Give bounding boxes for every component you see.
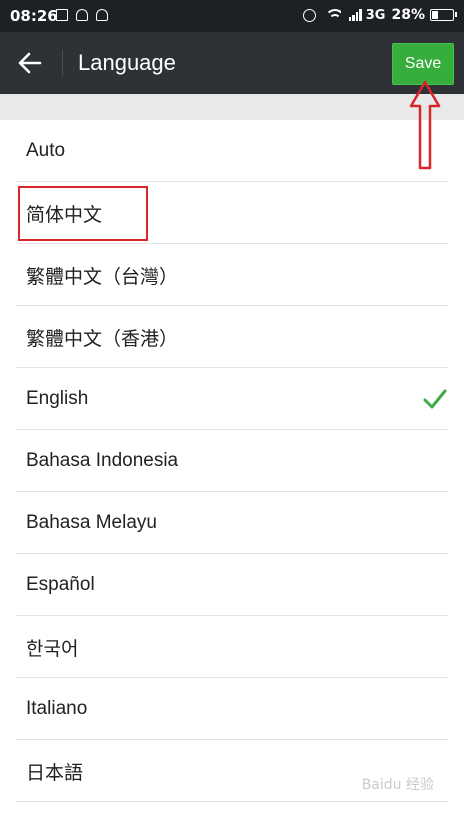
save-button[interactable]: Save [392, 43, 454, 85]
language-label: Bahasa Melayu [26, 512, 157, 533]
language-item[interactable]: 简体中文 [0, 182, 464, 244]
back-button[interactable] [10, 45, 50, 81]
language-item[interactable]: Italiano [0, 678, 464, 740]
watermark: Baidu 经验 [361, 777, 434, 793]
wifi-icon [324, 9, 341, 21]
network-type: 3G [365, 7, 386, 23]
language-item[interactable]: 繁體中文（香港） [0, 306, 464, 368]
language-item[interactable]: Bahasa Indonesia [0, 430, 464, 492]
language-label: Español [26, 574, 95, 595]
language-label: Bahasa Indonesia [26, 450, 179, 471]
arrow-left-icon [18, 52, 42, 74]
language-item[interactable]: English [0, 368, 464, 430]
status-time: 08:26 [10, 7, 58, 25]
page-title: Language [78, 50, 176, 75]
language-label: Auto [26, 140, 66, 161]
language-label: English [26, 388, 89, 409]
language-label: 한국어 [26, 638, 79, 660]
app-bar: Language Save [0, 32, 464, 94]
status-right: 3G 28% [302, 7, 457, 23]
title-divider [62, 50, 63, 76]
battery-icon [430, 9, 457, 21]
list-header-spacer [0, 94, 464, 120]
checkmark-icon [423, 389, 447, 409]
language-label: 繁體中文（香港） [26, 328, 179, 350]
language-item[interactable]: Español [0, 554, 464, 616]
language-label: 简体中文 [26, 204, 103, 226]
language-item[interactable]: Auto [0, 120, 464, 182]
language-item[interactable]: Bahasa Melayu [0, 492, 464, 554]
language-label: 繁體中文（台灣） [26, 266, 179, 288]
language-label: 日本語 [26, 762, 84, 784]
language-item[interactable]: 繁體中文（台灣） [0, 244, 464, 306]
signal-icon [348, 9, 363, 21]
alarm-icon [302, 8, 316, 22]
language-label: Italiano [26, 698, 88, 719]
battery-percent: 28% [391, 7, 425, 23]
status-bar: 08:26 3G 28% [0, 0, 464, 32]
notification-icon [76, 9, 88, 21]
screenshot-icon [56, 9, 68, 21]
language-item[interactable]: 한국어 [0, 616, 464, 678]
language-list: Auto 简体中文繁體中文（台灣） 繁體中文（香港） English Bahasa In… [0, 120, 464, 802]
notification-bell-icon [96, 9, 108, 21]
